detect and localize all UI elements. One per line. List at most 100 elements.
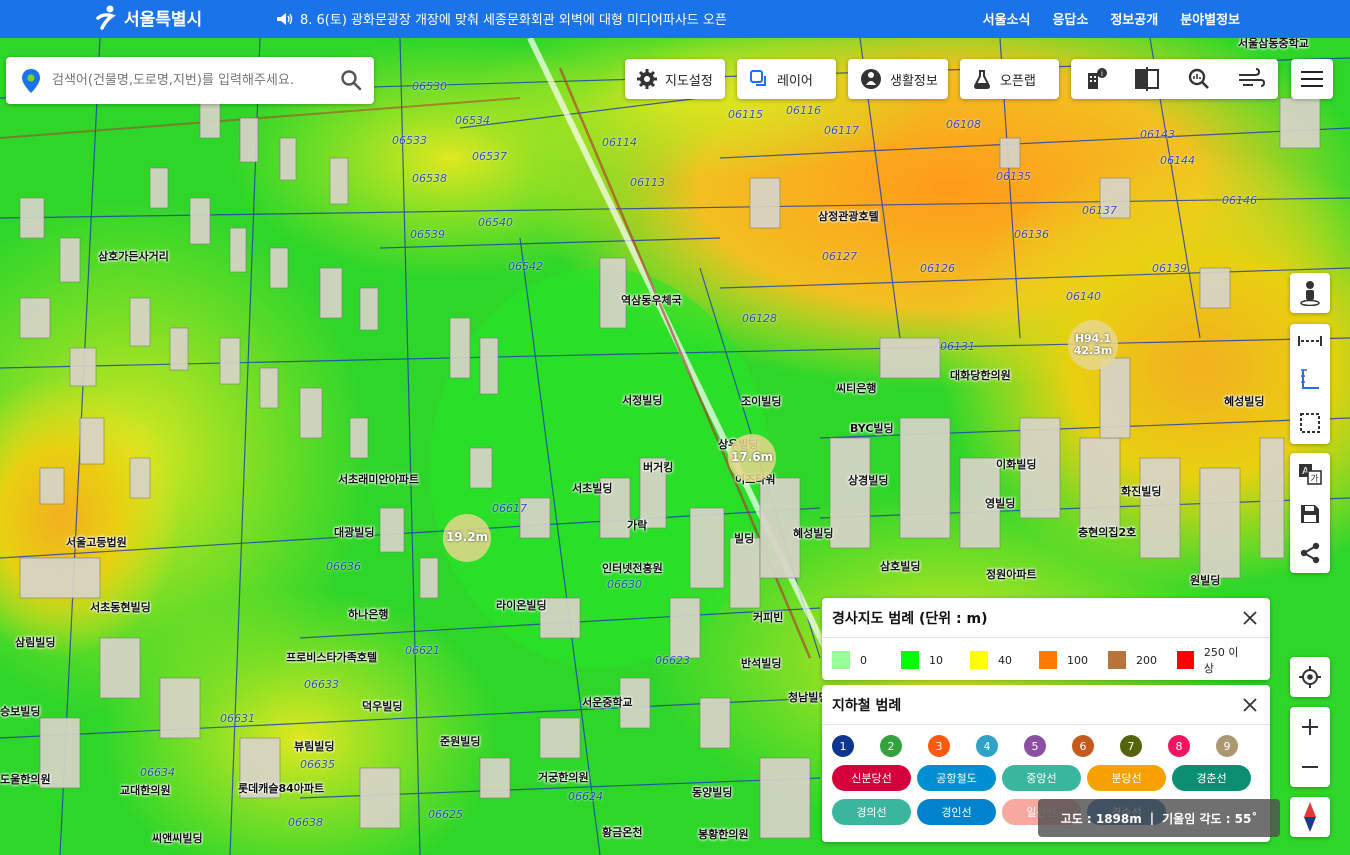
street-view-button[interactable]	[1290, 273, 1330, 313]
zoom-out-icon[interactable]	[1300, 757, 1320, 777]
subway-line-badge[interactable]: 7	[1120, 735, 1142, 757]
place-label[interactable]: 승보빌딩	[0, 703, 40, 719]
subway-line-pill[interactable]: 분당선	[1087, 765, 1166, 791]
subway-line-pill[interactable]: 경인선	[917, 799, 996, 825]
nav-eungdapso[interactable]: 응답소	[1052, 9, 1088, 28]
subway-line-badge[interactable]: 9	[1216, 735, 1238, 757]
place-label[interactable]: 빌딩	[734, 530, 754, 546]
height-measure-icon[interactable]	[1299, 368, 1321, 392]
place-label[interactable]: 프로비스타가족호텔	[286, 649, 377, 665]
height-measurement[interactable]: 19.2m	[443, 514, 491, 562]
place-label[interactable]: 황금온천	[602, 824, 642, 840]
translate-icon[interactable]: A 가	[1297, 462, 1323, 486]
height-measurement[interactable]: 17.6m	[728, 434, 776, 482]
place-label[interactable]: 화진빌딩	[1121, 483, 1161, 499]
camera-status: 고도 : 1898m | 기울임 각도 : 55˚	[1038, 799, 1280, 837]
place-label[interactable]: BYC빌딩	[850, 420, 894, 436]
place-label[interactable]: 교대한의원	[120, 782, 171, 798]
place-label[interactable]: 충현의집2호	[1078, 524, 1136, 540]
place-label[interactable]: 대광빌딩	[334, 524, 374, 540]
height-measurement[interactable]: H94.1 42.3m	[1068, 320, 1118, 370]
search-icon[interactable]	[340, 69, 362, 91]
subway-line-pill[interactable]: 공항철도	[917, 765, 996, 791]
place-label[interactable]: 인터넷전흥원	[602, 560, 663, 576]
compass-button[interactable]	[1290, 797, 1330, 837]
place-label[interactable]: 라이온빌딩	[496, 597, 547, 613]
nav-field-info[interactable]: 분야별정보	[1180, 9, 1240, 28]
place-label[interactable]: 정원아파트	[986, 566, 1037, 582]
place-label[interactable]: 씨티은행	[836, 380, 876, 396]
place-label[interactable]: 혜성빌딩	[793, 525, 833, 541]
share-icon[interactable]	[1299, 542, 1321, 564]
place-label[interactable]: 서운중학교	[582, 694, 633, 710]
place-label[interactable]: 씨앤씨빌딩	[152, 830, 203, 846]
place-label[interactable]: 삼호가든사거리	[98, 248, 169, 264]
subway-line-badge[interactable]: 6	[1072, 735, 1094, 757]
analysis-search-icon[interactable]	[1187, 67, 1211, 91]
wind-flow-icon[interactable]	[1237, 67, 1265, 91]
subway-line-pill[interactable]: 경춘선	[1172, 765, 1251, 791]
place-label[interactable]: 역삼동우체국	[621, 292, 682, 308]
map-settings-button[interactable]: 지도설정	[625, 59, 725, 99]
place-label[interactable]: 서울고등법원	[66, 534, 127, 550]
place-label[interactable]: 준원빌딩	[440, 733, 480, 749]
close-icon[interactable]	[1242, 610, 1258, 626]
place-label[interactable]: 봉황한의원	[698, 826, 749, 842]
place-label[interactable]: 상경빌딩	[848, 472, 888, 488]
place-label[interactable]: 반석빌딩	[741, 655, 781, 671]
area-measure-icon[interactable]	[1299, 412, 1321, 434]
subway-line-badge[interactable]: 2	[880, 735, 902, 757]
place-label[interactable]: 서초래미안아파트	[338, 471, 419, 487]
place-label[interactable]: 조이빌딩	[741, 393, 781, 409]
hamburger-menu-button[interactable]	[1291, 59, 1333, 99]
nav-seoul-news[interactable]: 서울소식	[983, 9, 1031, 28]
distance-measure-icon[interactable]	[1297, 334, 1323, 348]
place-label[interactable]: 롯데캐슬84아파트	[238, 780, 324, 796]
place-label[interactable]: 덕우빌딩	[362, 698, 402, 714]
place-label[interactable]: 대화당한의원	[950, 367, 1011, 383]
place-label[interactable]: 뷰림빌딩	[294, 738, 334, 754]
place-label[interactable]: 동양빌딩	[692, 784, 732, 800]
place-label[interactable]: 서울삼동중학교	[1238, 38, 1309, 51]
place-label[interactable]: 서정빌딩	[622, 392, 662, 408]
place-label[interactable]: 가락	[627, 517, 647, 533]
place-label[interactable]: 거궁한의원	[538, 769, 589, 785]
search-input[interactable]	[52, 73, 322, 88]
place-label[interactable]: 영빌딩	[985, 495, 1015, 511]
parcel-number: 06638	[288, 816, 323, 829]
place-label[interactable]: 도울한의원	[0, 771, 51, 787]
subway-line-pill[interactable]: 중앙선	[1002, 765, 1081, 791]
crosshair-icon	[1299, 666, 1321, 688]
place-label[interactable]: 삼호빌딩	[880, 558, 920, 574]
nav-info-disclosure[interactable]: 정보공개	[1110, 9, 1158, 28]
zoom-in-icon[interactable]	[1300, 717, 1320, 737]
place-label[interactable]: 원빌딩	[1190, 572, 1220, 588]
building-info-icon[interactable]: i	[1084, 67, 1108, 91]
layers-button[interactable]: 레이어	[737, 59, 836, 99]
search-box	[6, 57, 374, 104]
subway-line-badge[interactable]: 5	[1024, 735, 1046, 757]
open-lab-button[interactable]: 오픈랩	[960, 59, 1059, 99]
place-label[interactable]: 하나은행	[348, 606, 388, 622]
subway-line-badge[interactable]: 1	[832, 735, 854, 757]
subway-line-pill[interactable]: 신분당선	[832, 765, 911, 791]
place-label[interactable]: 혜성빌딩	[1224, 393, 1264, 409]
save-icon[interactable]	[1299, 503, 1321, 525]
subway-line-badge[interactable]: 8	[1168, 735, 1190, 757]
seoul-logo[interactable]: 서울특별시	[96, 4, 202, 30]
split-view-icon[interactable]	[1134, 67, 1160, 91]
place-label[interactable]: 서초빌딩	[572, 480, 612, 496]
place-label[interactable]: 커피빈	[753, 609, 783, 625]
close-icon[interactable]	[1242, 697, 1258, 713]
subway-line-badge[interactable]: 3	[928, 735, 950, 757]
notice-banner[interactable]: 8. 6(토) 광화문광장 개장에 맞춰 세종문화회관 외벽에 대형 미디어파사…	[276, 9, 727, 28]
subway-line-badge[interactable]: 4	[976, 735, 998, 757]
place-label[interactable]: 서초동현빌딩	[90, 599, 151, 615]
place-label[interactable]: 삼림빌딩	[15, 634, 55, 650]
my-location-button[interactable]	[1290, 657, 1330, 697]
subway-line-pill[interactable]: 경의선	[832, 799, 911, 825]
place-label[interactable]: 이화빌딩	[996, 456, 1036, 472]
life-info-button[interactable]: 생활정보	[848, 59, 948, 99]
place-label[interactable]: 삼정관광호텔	[818, 208, 879, 224]
place-label[interactable]: 버거킹	[643, 459, 673, 475]
